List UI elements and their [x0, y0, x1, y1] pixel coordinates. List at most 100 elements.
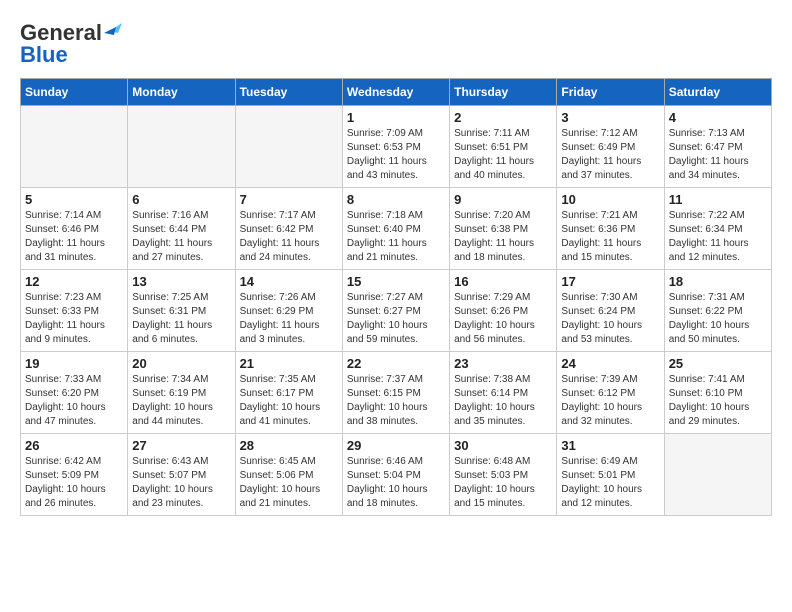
calendar-week-row: 12 Sunrise: 7:23 AM Sunset: 6:33 PM Dayli…: [21, 270, 772, 352]
day-of-week-header: Saturday: [664, 79, 771, 106]
day-number: 8: [347, 192, 445, 207]
day-of-week-header: Tuesday: [235, 79, 342, 106]
day-number: 14: [240, 274, 338, 289]
calendar-cell: 1 Sunrise: 7:09 AM Sunset: 6:53 PM Daylig…: [342, 106, 449, 188]
day-number: 4: [669, 110, 767, 125]
day-info: Sunrise: 7:31 AM Sunset: 6:22 PM Dayligh…: [669, 291, 767, 347]
calendar-header-row: SundayMondayTuesdayWednesdayThursdayFrid…: [21, 79, 772, 106]
day-of-week-header: Friday: [557, 79, 664, 106]
day-info: Sunrise: 7:38 AM Sunset: 6:14 PM Dayligh…: [454, 373, 552, 429]
day-info: Sunrise: 6:42 AM Sunset: 5:09 PM Dayligh…: [25, 455, 123, 511]
calendar-cell: 15 Sunrise: 7:27 AM Sunset: 6:27 PM Dayli…: [342, 270, 449, 352]
calendar-cell: 31 Sunrise: 6:49 AM Sunset: 5:01 PM Dayli…: [557, 434, 664, 516]
day-number: 12: [25, 274, 123, 289]
day-number: 19: [25, 356, 123, 371]
calendar-cell: 11 Sunrise: 7:22 AM Sunset: 6:34 PM Dayli…: [664, 188, 771, 270]
day-info: Sunrise: 7:18 AM Sunset: 6:40 PM Dayligh…: [347, 209, 445, 265]
day-number: 10: [561, 192, 659, 207]
day-number: 3: [561, 110, 659, 125]
day-info: Sunrise: 7:14 AM Sunset: 6:46 PM Dayligh…: [25, 209, 123, 265]
day-info: Sunrise: 7:37 AM Sunset: 6:15 PM Dayligh…: [347, 373, 445, 429]
day-number: 23: [454, 356, 552, 371]
day-number: 13: [132, 274, 230, 289]
day-of-week-header: Monday: [128, 79, 235, 106]
day-info: Sunrise: 7:12 AM Sunset: 6:49 PM Dayligh…: [561, 127, 659, 183]
day-info: Sunrise: 6:43 AM Sunset: 5:07 PM Dayligh…: [132, 455, 230, 511]
calendar-cell: [664, 434, 771, 516]
day-number: 31: [561, 438, 659, 453]
day-info: Sunrise: 7:34 AM Sunset: 6:19 PM Dayligh…: [132, 373, 230, 429]
calendar-cell: 23 Sunrise: 7:38 AM Sunset: 6:14 PM Dayli…: [450, 352, 557, 434]
day-info: Sunrise: 7:33 AM Sunset: 6:20 PM Dayligh…: [25, 373, 123, 429]
day-number: 5: [25, 192, 123, 207]
day-number: 6: [132, 192, 230, 207]
calendar-cell: 19 Sunrise: 7:33 AM Sunset: 6:20 PM Dayli…: [21, 352, 128, 434]
day-info: Sunrise: 7:20 AM Sunset: 6:38 PM Dayligh…: [454, 209, 552, 265]
calendar-cell: 26 Sunrise: 6:42 AM Sunset: 5:09 PM Dayli…: [21, 434, 128, 516]
calendar-cell: 12 Sunrise: 7:23 AM Sunset: 6:33 PM Dayli…: [21, 270, 128, 352]
calendar-cell: 3 Sunrise: 7:12 AM Sunset: 6:49 PM Daylig…: [557, 106, 664, 188]
day-info: Sunrise: 7:29 AM Sunset: 6:26 PM Dayligh…: [454, 291, 552, 347]
day-info: Sunrise: 6:46 AM Sunset: 5:04 PM Dayligh…: [347, 455, 445, 511]
day-info: Sunrise: 7:35 AM Sunset: 6:17 PM Dayligh…: [240, 373, 338, 429]
calendar-cell: 20 Sunrise: 7:34 AM Sunset: 6:19 PM Dayli…: [128, 352, 235, 434]
day-of-week-header: Thursday: [450, 79, 557, 106]
day-info: Sunrise: 7:30 AM Sunset: 6:24 PM Dayligh…: [561, 291, 659, 347]
calendar-cell: 17 Sunrise: 7:30 AM Sunset: 6:24 PM Dayli…: [557, 270, 664, 352]
calendar-cell: 22 Sunrise: 7:37 AM Sunset: 6:15 PM Dayli…: [342, 352, 449, 434]
day-info: Sunrise: 7:26 AM Sunset: 6:29 PM Dayligh…: [240, 291, 338, 347]
day-info: Sunrise: 7:23 AM Sunset: 6:33 PM Dayligh…: [25, 291, 123, 347]
calendar-cell: 2Sunrise: 7:11 AM Sunset: 6:51 PM Daylig…: [450, 106, 557, 188]
day-info: Sunrise: 6:49 AM Sunset: 5:01 PM Dayligh…: [561, 455, 659, 511]
day-info: Sunrise: 7:11 AM Sunset: 6:51 PM Dayligh…: [454, 127, 552, 183]
day-info: Sunrise: 7:39 AM Sunset: 6:12 PM Dayligh…: [561, 373, 659, 429]
day-number: 26: [25, 438, 123, 453]
calendar-cell: [128, 106, 235, 188]
calendar-cell: 8 Sunrise: 7:18 AM Sunset: 6:40 PM Daylig…: [342, 188, 449, 270]
calendar-table: SundayMondayTuesdayWednesdayThursdayFrid…: [20, 78, 772, 516]
calendar-week-row: 1 Sunrise: 7:09 AM Sunset: 6:53 PM Daylig…: [21, 106, 772, 188]
calendar-cell: 16 Sunrise: 7:29 AM Sunset: 6:26 PM Dayli…: [450, 270, 557, 352]
calendar-cell: 25 Sunrise: 7:41 AM Sunset: 6:10 PM Dayli…: [664, 352, 771, 434]
day-info: Sunrise: 6:45 AM Sunset: 5:06 PM Dayligh…: [240, 455, 338, 511]
day-info: Sunrise: 6:48 AM Sunset: 5:03 PM Dayligh…: [454, 455, 552, 511]
calendar-cell: 9Sunrise: 7:20 AM Sunset: 6:38 PM Daylig…: [450, 188, 557, 270]
calendar-cell: 28Sunrise: 6:45 AM Sunset: 5:06 PM Dayli…: [235, 434, 342, 516]
day-number: 1: [347, 110, 445, 125]
calendar-cell: 10 Sunrise: 7:21 AM Sunset: 6:36 PM Dayli…: [557, 188, 664, 270]
calendar-cell: 21 Sunrise: 7:35 AM Sunset: 6:17 PM Dayli…: [235, 352, 342, 434]
day-of-week-header: Wednesday: [342, 79, 449, 106]
day-number: 24: [561, 356, 659, 371]
calendar-cell: 30 Sunrise: 6:48 AM Sunset: 5:03 PM Dayli…: [450, 434, 557, 516]
calendar-cell: 14 Sunrise: 7:26 AM Sunset: 6:29 PM Dayli…: [235, 270, 342, 352]
day-info: Sunrise: 7:27 AM Sunset: 6:27 PM Dayligh…: [347, 291, 445, 347]
day-number: 30: [454, 438, 552, 453]
calendar-cell: 18Sunrise: 7:31 AM Sunset: 6:22 PM Dayli…: [664, 270, 771, 352]
day-number: 7: [240, 192, 338, 207]
calendar-week-row: 26 Sunrise: 6:42 AM Sunset: 5:09 PM Dayli…: [21, 434, 772, 516]
calendar-cell: 29 Sunrise: 6:46 AM Sunset: 5:04 PM Dayli…: [342, 434, 449, 516]
day-number: 11: [669, 192, 767, 207]
calendar-cell: 27 Sunrise: 6:43 AM Sunset: 5:07 PM Dayli…: [128, 434, 235, 516]
day-number: 16: [454, 274, 552, 289]
day-number: 27: [132, 438, 230, 453]
day-of-week-header: Sunday: [21, 79, 128, 106]
day-info: Sunrise: 7:41 AM Sunset: 6:10 PM Dayligh…: [669, 373, 767, 429]
day-number: 17: [561, 274, 659, 289]
day-info: Sunrise: 7:21 AM Sunset: 6:36 PM Dayligh…: [561, 209, 659, 265]
day-info: Sunrise: 7:17 AM Sunset: 6:42 PM Dayligh…: [240, 209, 338, 265]
day-info: Sunrise: 7:22 AM Sunset: 6:34 PM Dayligh…: [669, 209, 767, 265]
day-number: 15: [347, 274, 445, 289]
logo-bird-icon: [104, 21, 122, 39]
day-number: 21: [240, 356, 338, 371]
calendar-cell: 4 Sunrise: 7:13 AM Sunset: 6:47 PM Daylig…: [664, 106, 771, 188]
day-number: 25: [669, 356, 767, 371]
day-number: 29: [347, 438, 445, 453]
day-info: Sunrise: 7:09 AM Sunset: 6:53 PM Dayligh…: [347, 127, 445, 183]
calendar-cell: 5 Sunrise: 7:14 AM Sunset: 6:46 PM Daylig…: [21, 188, 128, 270]
day-info: Sunrise: 7:16 AM Sunset: 6:44 PM Dayligh…: [132, 209, 230, 265]
day-number: 20: [132, 356, 230, 371]
day-info: Sunrise: 7:13 AM Sunset: 6:47 PM Dayligh…: [669, 127, 767, 183]
day-number: 22: [347, 356, 445, 371]
calendar-cell: [21, 106, 128, 188]
